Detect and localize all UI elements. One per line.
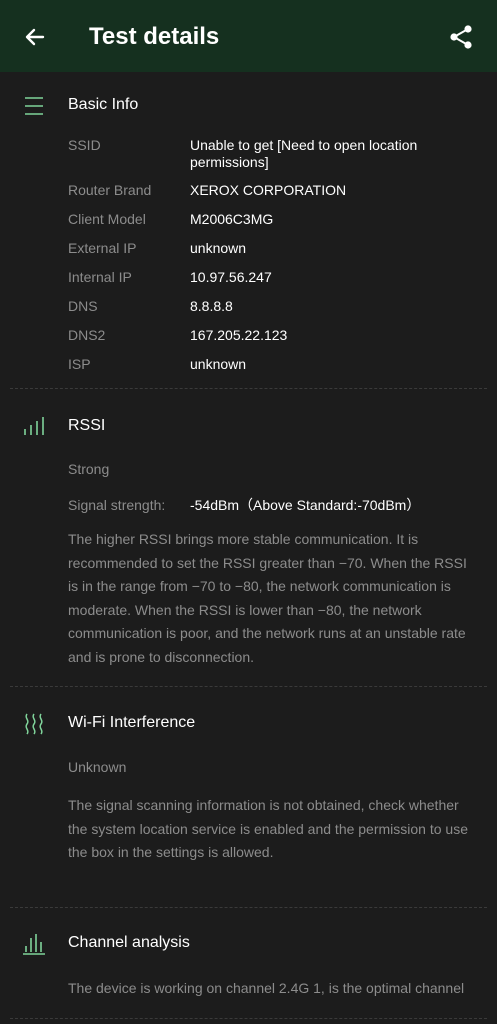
wave-lines-icon (22, 712, 46, 736)
share-button[interactable] (444, 20, 478, 54)
back-button[interactable] (18, 20, 52, 54)
dns-label: DNS (68, 298, 98, 314)
rssi-section: RSSI Strong Signal strength: -54dBm（Abov… (0, 389, 497, 686)
dns2-label: DNS2 (68, 327, 106, 343)
menu-lines-icon (22, 94, 46, 118)
isp-value: unknown (190, 356, 247, 372)
signal-strength-value: -54dBm（Above Standard:-70dBm） (190, 497, 421, 513)
internal-ip-label: Internal IP (68, 269, 132, 285)
channel-section: Channel analysis The device is working o… (0, 908, 497, 1020)
content: Basic Info SSID Unable to get [Need to o… (0, 72, 497, 1019)
external-ip-label: External IP (68, 240, 137, 256)
channel-title: Channel analysis (68, 934, 190, 951)
isp-label: ISP (68, 356, 91, 372)
divider (10, 1018, 487, 1019)
dns2-value: 167.205.22.123 (190, 327, 288, 343)
channel-description: The device is working on channel 2.4G 1,… (68, 980, 465, 996)
internal-ip-value: 10.97.56.247 (190, 269, 272, 285)
ssid-value: Unable to get [Need to open location per… (190, 137, 418, 170)
page-title: Test details (89, 23, 220, 50)
client-model-value: M2006C3MG (190, 211, 274, 227)
interference-description: The signal scanning information is not o… (68, 797, 468, 861)
channel-bars-icon (22, 932, 46, 956)
arrow-left-icon (25, 28, 45, 46)
client-model-label: Client Model (68, 211, 146, 227)
interference-section: Wi-Fi Interference Unknown The signal sc… (0, 687, 497, 907)
app-bar: Test details (0, 0, 497, 72)
interference-title: Wi-Fi Interference (68, 714, 196, 731)
router-brand-label: Router Brand (68, 182, 152, 198)
basic-info-title: Basic Info (68, 96, 139, 113)
signal-strength-label: Signal strength: (68, 497, 166, 513)
router-brand-value: XEROX CORPORATION (190, 182, 347, 198)
interference-status: Unknown (68, 759, 127, 775)
external-ip-value: unknown (190, 240, 247, 256)
basic-info-section: Basic Info SSID Unable to get [Need to o… (0, 72, 497, 388)
share-icon (450, 25, 472, 49)
ssid-label: SSID (68, 137, 101, 153)
rssi-description: The higher RSSI brings more stable commu… (68, 531, 467, 665)
signal-bars-icon (22, 415, 46, 439)
rssi-title: RSSI (68, 417, 106, 434)
rssi-status: Strong (68, 461, 110, 477)
dns-value: 8.8.8.8 (190, 298, 233, 314)
